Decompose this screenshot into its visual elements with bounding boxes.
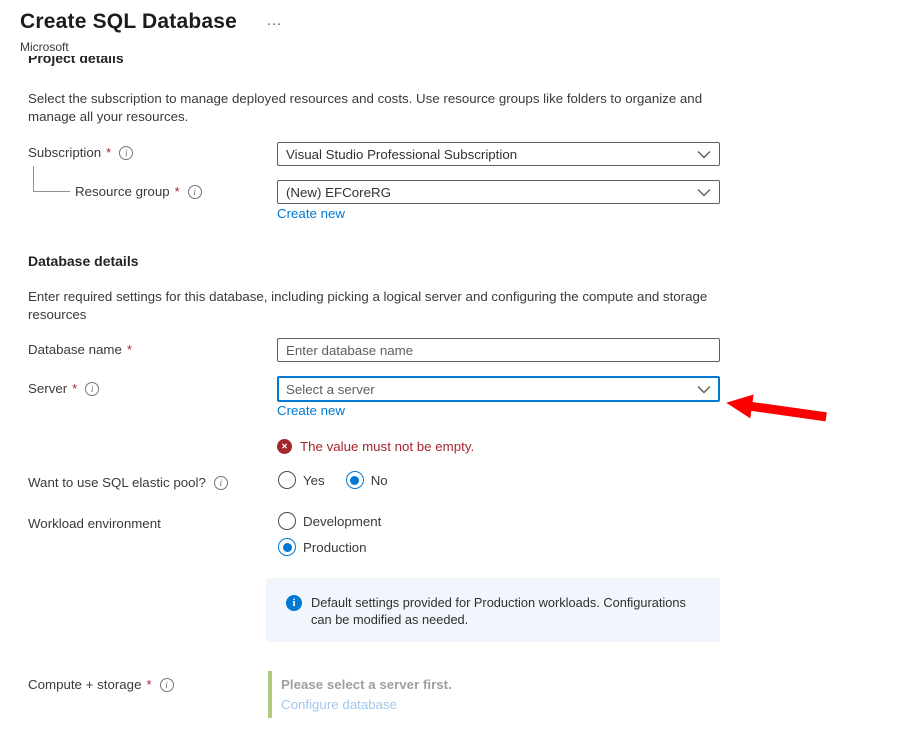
elastic-pool-no-radio[interactable] [346,471,364,489]
database-description: Enter required settings for this databas… [28,288,710,323]
required-marker: * [175,184,180,199]
workload-development-radio[interactable] [278,512,296,530]
create-new-resource-group-link[interactable]: Create new [277,206,345,221]
database-name-label: Database name * [28,342,132,357]
resource-group-connector-line [33,166,70,192]
info-icon[interactable]: i [160,678,174,692]
chevron-down-icon [697,385,711,394]
workload-production-label[interactable]: Production [303,540,367,555]
database-name-input[interactable] [277,338,720,362]
elastic-pool-label: Want to use SQL elastic pool? i [28,475,228,490]
elastic-pool-yes-label[interactable]: Yes [303,473,325,488]
info-icon[interactable]: i [119,146,133,160]
elastic-pool-yes-radio[interactable] [278,471,296,489]
subscription-label: Subscription * i [28,145,133,160]
subscription-dropdown[interactable]: Visual Studio Professional Subscription [277,142,720,166]
more-options-icon[interactable]: … [266,12,283,30]
workload-development-option: Development [278,512,381,530]
chevron-down-icon [697,188,711,197]
page-title: Create SQL Database [20,10,237,34]
chevron-down-icon [697,150,711,159]
project-details-heading-clipped: Project details [28,56,124,69]
server-label: Server * i [28,381,99,396]
resource-group-label: Resource group * i [75,184,202,199]
database-details-heading: Database details [28,253,139,269]
info-filled-icon: i [286,595,302,611]
info-icon[interactable]: i [85,382,99,396]
server-dropdown[interactable]: Select a server [277,376,720,402]
info-banner-message: Default settings provided for Production… [311,594,709,628]
info-icon[interactable]: i [214,476,228,490]
elastic-pool-options: Yes No [278,471,388,489]
server-validation-error: ✕ The value must not be empty. [277,439,474,454]
workload-development-label[interactable]: Development [303,514,381,529]
publisher-label: Microsoft [20,40,69,54]
required-marker: * [72,381,77,396]
production-info-banner: i Default settings provided for Producti… [266,578,720,642]
project-description: Select the subscription to manage deploy… [28,90,704,125]
red-annotation-arrow [724,394,830,436]
workload-environment-label: Workload environment [28,516,161,531]
compute-storage-label: Compute + storage * i [28,677,174,692]
elastic-pool-no-label[interactable]: No [371,473,388,488]
create-sql-database-page: Create SQL Database … Microsoft Project … [0,0,910,737]
required-marker: * [127,342,132,357]
configure-database-link[interactable]: Configure database [281,697,397,712]
error-message: The value must not be empty. [300,439,474,454]
compute-storage-status-bar [268,671,272,718]
info-icon[interactable]: i [188,185,202,199]
workload-production-option: Production [278,538,367,556]
compute-storage-message: Please select a server first. [281,677,452,692]
workload-production-radio[interactable] [278,538,296,556]
error-icon: ✕ [277,439,292,454]
resource-group-dropdown[interactable]: (New) EFCoreRG [277,180,720,204]
required-marker: * [106,145,111,160]
create-new-server-link[interactable]: Create new [277,403,345,418]
required-marker: * [146,677,151,692]
